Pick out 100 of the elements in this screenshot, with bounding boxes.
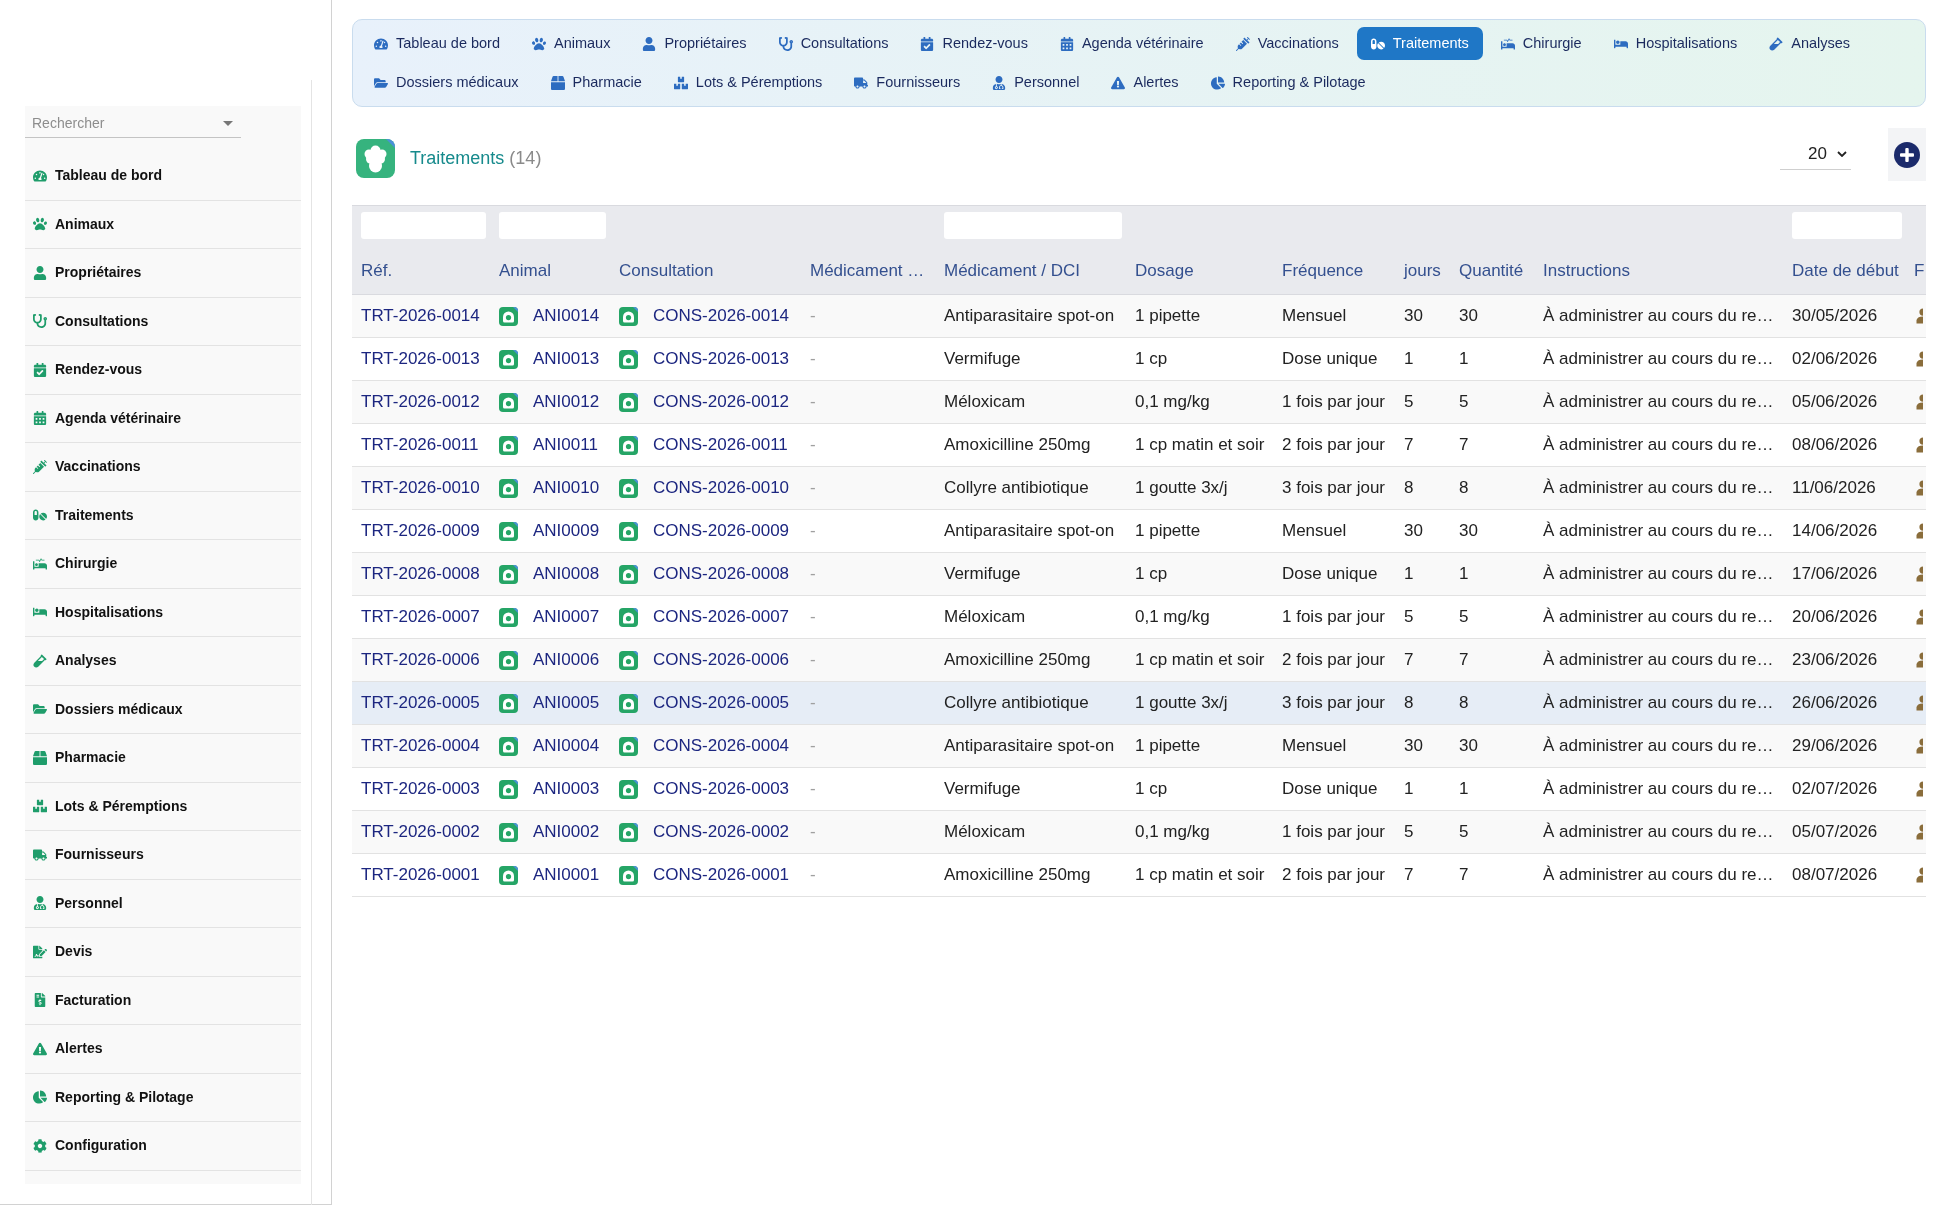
column-header[interactable]: F (1914, 261, 1926, 281)
sidebar-item[interactable]: Alertes (25, 1025, 301, 1074)
consultation-link[interactable]: CONS-2026-0011 (653, 432, 788, 458)
record-link[interactable]: TRT-2026-0007 (361, 604, 480, 630)
record-link[interactable]: TRT-2026-0010 (361, 475, 480, 501)
table-row[interactable]: TRT-2026-0006 ANI0006 CONS-2026-0006 - Amoxicilline 250mg 1 cp matin et soir 2 fois par jour 7 7 À administrer au cours du re… 23/06/2026 (352, 639, 1926, 682)
animal-link[interactable]: ANI0014 (533, 303, 600, 329)
consultation-link[interactable]: CONS-2026-0003 (653, 776, 790, 802)
sidebar-item[interactable]: Facturation (25, 976, 301, 1025)
sidebar-item[interactable]: Personnel (25, 879, 301, 928)
column-header[interactable]: Date de début (1792, 261, 1902, 281)
sidebar-item[interactable]: Configuration (25, 1122, 301, 1171)
nav-tab[interactable]: Personnel (978, 66, 1094, 99)
sidebar-item[interactable]: Lots & Péremptions (25, 782, 301, 831)
animal-link[interactable]: ANI0005 (533, 690, 600, 716)
column-header[interactable]: Fréquence (1282, 261, 1391, 281)
nav-tab[interactable]: Consultations (764, 27, 903, 60)
consultation-link[interactable]: CONS-2026-0001 (653, 862, 790, 888)
sidebar-item[interactable]: Reporting & Pilotage (25, 1073, 301, 1122)
sidebar-item[interactable]: Dossiers médicaux (25, 685, 301, 734)
column-header[interactable]: Consultation (619, 261, 797, 281)
sidebar-item[interactable]: Traitements (25, 491, 301, 540)
sidebar-item[interactable]: Consultations (25, 297, 301, 346)
record-link[interactable]: TRT-2026-0012 (361, 389, 480, 415)
record-link[interactable]: TRT-2026-0006 (361, 647, 480, 673)
nav-tab[interactable]: Pharmacie (536, 66, 656, 99)
record-link[interactable]: TRT-2026-0003 (361, 776, 480, 802)
page-size-select[interactable]: 20 (1780, 139, 1851, 170)
add-button[interactable] (1888, 128, 1926, 181)
animal-link[interactable]: ANI0010 (533, 475, 600, 501)
sidebar-item[interactable]: Pharmacie (25, 734, 301, 783)
consultation-link[interactable]: CONS-2026-0004 (653, 733, 790, 759)
consultation-link[interactable]: CONS-2026-0009 (653, 518, 790, 544)
consultation-link[interactable]: CONS-2026-0005 (653, 690, 790, 716)
animal-link[interactable]: ANI0004 (533, 733, 600, 759)
sidebar-item[interactable]: Animaux (25, 200, 301, 249)
consultation-link[interactable]: CONS-2026-0007 (653, 604, 790, 630)
sidebar-item[interactable]: Tableau de bord (25, 152, 301, 201)
column-header[interactable]: Quantité (1459, 261, 1530, 281)
sidebar-item[interactable]: Hospitalisations (25, 588, 301, 637)
consultation-link[interactable]: CONS-2026-0002 (653, 819, 790, 845)
sidebar-item[interactable]: Fournisseurs (25, 831, 301, 880)
column-header[interactable]: Animal (499, 261, 606, 281)
consultation-link[interactable]: CONS-2026-0010 (653, 475, 790, 501)
nav-tab[interactable]: Hospitalisations (1599, 27, 1752, 60)
table-row[interactable]: TRT-2026-0012 ANI0012 CONS-2026-0012 - Méloxicam 0,1 mg/kg 1 fois par jour 5 5 À administrer au cours du re… 05/06/2026 (352, 381, 1926, 424)
record-link[interactable]: TRT-2026-0005 (361, 690, 480, 716)
animal-link[interactable]: ANI0002 (533, 819, 600, 845)
record-link[interactable]: TRT-2026-0001 (361, 862, 480, 888)
animal-link[interactable]: ANI0013 (533, 346, 600, 372)
nav-tab[interactable]: Vaccinations (1221, 27, 1353, 60)
column-header[interactable]: Instructions (1543, 261, 1779, 281)
consultation-link[interactable]: CONS-2026-0014 (653, 303, 790, 329)
sidebar-item[interactable]: Agenda vétérinaire (25, 394, 301, 443)
record-link[interactable]: TRT-2026-0011 (361, 432, 479, 458)
column-header[interactable]: Médicament … (810, 261, 931, 281)
consultation-link[interactable]: CONS-2026-0008 (653, 561, 790, 587)
sidebar-item[interactable]: Vaccinations (25, 443, 301, 492)
record-link[interactable]: TRT-2026-0009 (361, 518, 480, 544)
column-header[interactable]: Médicament / DCI (944, 261, 1122, 281)
table-row[interactable]: TRT-2026-0008 ANI0008 CONS-2026-0008 - Vermifuge 1 cp Dose unique 1 1 À administrer au cours du re… 17/06/2026 (352, 553, 1926, 596)
table-row[interactable]: TRT-2026-0004 ANI0004 CONS-2026-0004 - Antiparasitaire spot-on 1 pipette Mensuel 30 30 À administrer au cours du re… 29/06/2026 (352, 725, 1926, 768)
nav-tab[interactable]: Rendez-vous (906, 27, 1042, 60)
column-header[interactable]: jours (1404, 261, 1446, 281)
nav-tab[interactable]: Analyses (1755, 27, 1865, 60)
nav-tab[interactable]: Agenda vétérinaire (1045, 27, 1218, 60)
column-header[interactable]: Réf. (361, 261, 486, 281)
animal-link[interactable]: ANI0007 (533, 604, 600, 630)
nav-tab[interactable]: Traitements (1356, 27, 1483, 60)
nav-tab[interactable]: Tableau de bord (360, 27, 514, 60)
sidebar-item[interactable]: Devis (25, 928, 301, 977)
nav-tab[interactable]: Lots & Péremptions (659, 66, 837, 99)
animal-link[interactable]: ANI0001 (533, 862, 600, 888)
table-row[interactable]: TRT-2026-0002 ANI0002 CONS-2026-0002 - Méloxicam 0,1 mg/kg 1 fois par jour 5 5 À administrer au cours du re… 05/07/2026 (352, 811, 1926, 854)
nav-tab[interactable]: Propriétaires (628, 27, 761, 60)
nav-tab[interactable]: Fournisseurs (840, 66, 975, 99)
nav-tab[interactable]: Animaux (518, 27, 625, 60)
search-field[interactable]: Rechercher (25, 109, 241, 138)
nav-tab[interactable]: Dossiers médicaux (360, 66, 533, 99)
column-header[interactable]: Dosage (1135, 261, 1269, 281)
sidebar-item[interactable]: Chirurgie (25, 540, 301, 589)
record-link[interactable]: TRT-2026-0013 (361, 346, 480, 372)
consultation-link[interactable]: CONS-2026-0013 (653, 346, 790, 372)
table-row[interactable]: TRT-2026-0014 ANI0014 CONS-2026-0014 - Antiparasitaire spot-on 1 pipette Mensuel 30 30 À administrer au cours du re… 30/05/2026 (352, 295, 1926, 338)
record-link[interactable]: TRT-2026-0014 (361, 303, 480, 329)
sidebar-item[interactable]: Rendez-vous (25, 346, 301, 395)
animal-link[interactable]: ANI0011 (533, 432, 598, 458)
consultation-link[interactable]: CONS-2026-0012 (653, 389, 790, 415)
record-link[interactable]: TRT-2026-0004 (361, 733, 480, 759)
table-row[interactable]: TRT-2026-0010 ANI0010 CONS-2026-0010 - Collyre antibiotique 1 goutte 3x/j 3 fois par jour 8 8 À administrer au cours du re… 11/06/2026 (352, 467, 1926, 510)
nav-tab[interactable]: Reporting & Pilotage (1196, 66, 1380, 99)
sidebar-item[interactable]: Analyses (25, 637, 301, 686)
record-link[interactable]: TRT-2026-0008 (361, 561, 480, 587)
animal-link[interactable]: ANI0008 (533, 561, 600, 587)
animal-link[interactable]: ANI0003 (533, 776, 600, 802)
nav-tab[interactable]: Alertes (1097, 66, 1193, 99)
animal-link[interactable]: ANI0012 (533, 389, 600, 415)
sidebar-item[interactable]: Propriétaires (25, 249, 301, 298)
record-link[interactable]: TRT-2026-0002 (361, 819, 480, 845)
nav-tab[interactable]: Chirurgie (1486, 27, 1596, 60)
